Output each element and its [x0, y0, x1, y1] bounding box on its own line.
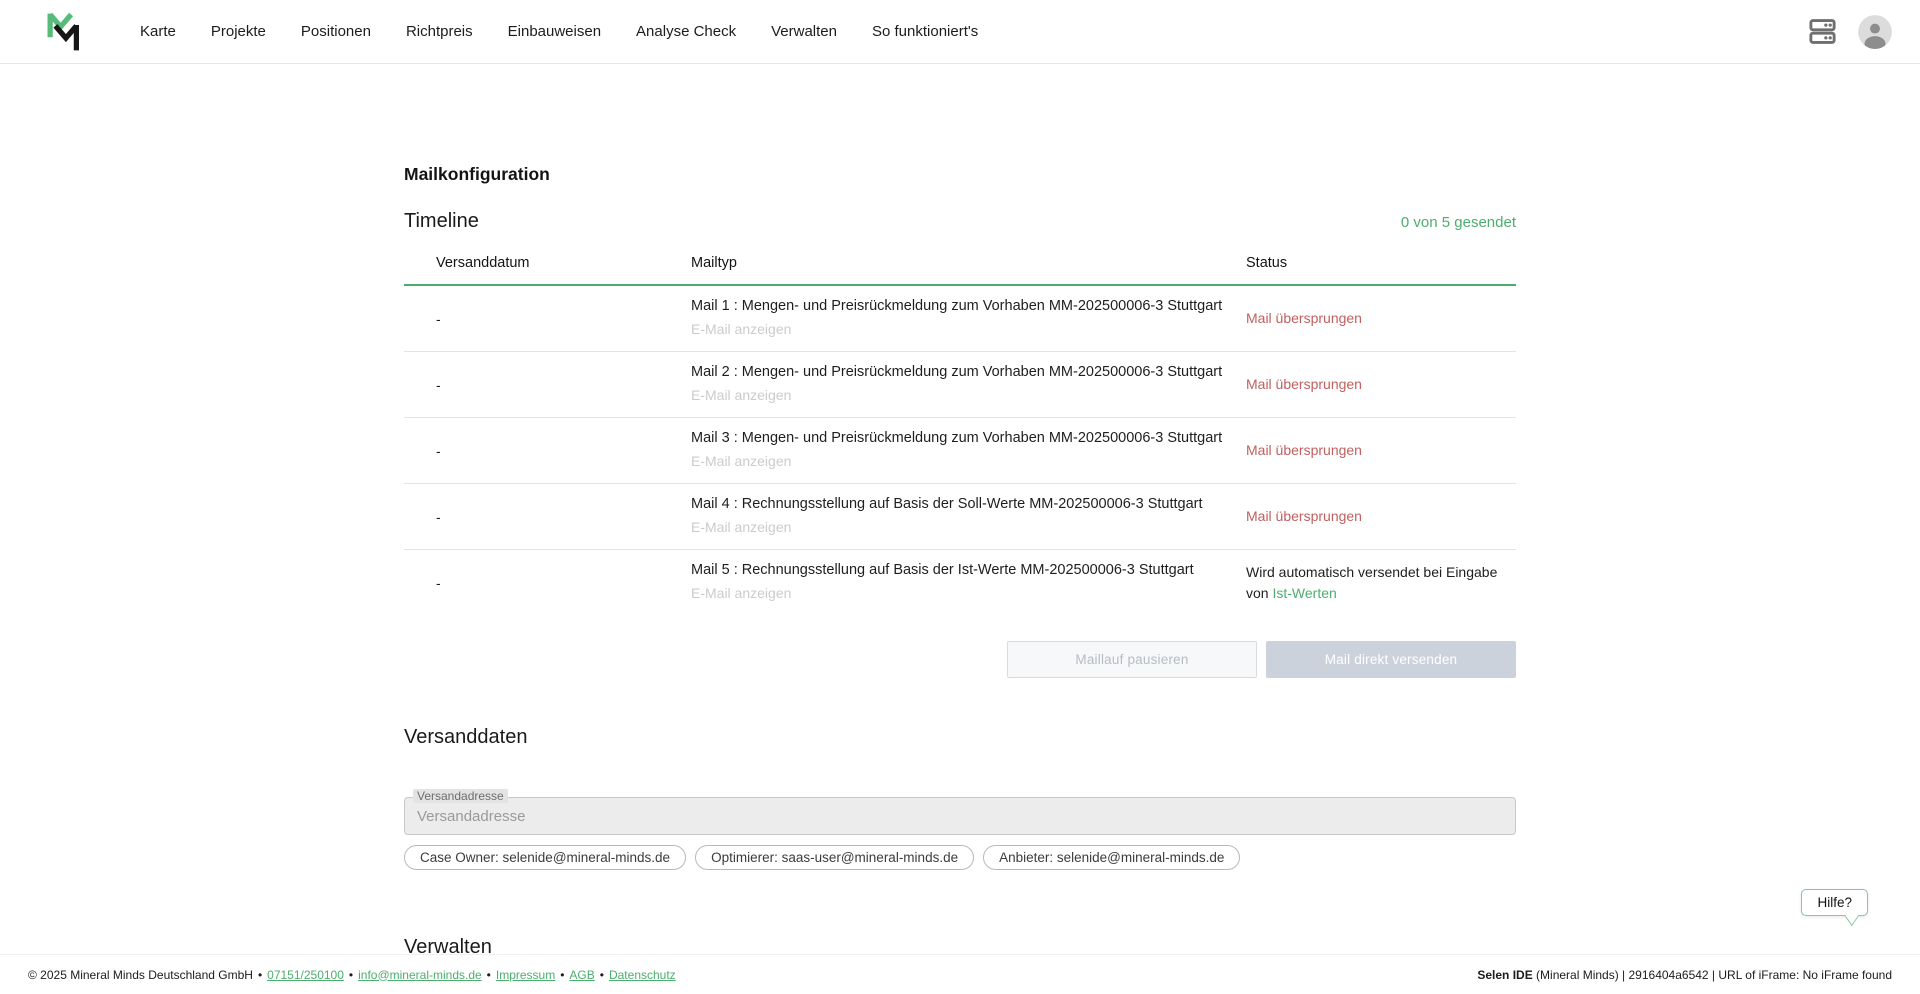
maillauf-pausieren-button[interactable]: Maillauf pausieren — [1007, 641, 1257, 678]
separator: • — [258, 968, 262, 982]
mailtyp-text: Mail 2 : Mengen- und Preisrückmeldung zu… — [691, 364, 1246, 381]
separator: • — [560, 968, 564, 982]
column-header-status: Status — [1246, 235, 1516, 285]
main-menu: Karte Projekte Positionen Richtpreis Ein… — [140, 23, 978, 40]
sent-counter: 0 von 5 gesendet — [1401, 214, 1516, 231]
versanddaten-heading: Versanddaten — [404, 726, 1516, 749]
email-anzeigen-link[interactable]: E-Mail anzeigen — [691, 519, 791, 535]
nav-item-einbauweisen[interactable]: Einbauweisen — [508, 23, 601, 40]
mailtyp-text: Mail 4 : Rechnungsstellung auf Basis der… — [691, 496, 1246, 513]
versanddaten-section: Versanddaten Versandadresse Case Owner: … — [404, 726, 1516, 870]
footer-right: Selen IDE (Mineral Minds) | 2916404a6542… — [1477, 968, 1892, 982]
server-icon[interactable] — [1807, 16, 1838, 47]
footer-link-impressum[interactable]: Impressum — [496, 968, 555, 982]
email-anzeigen-link[interactable]: E-Mail anzeigen — [691, 387, 791, 403]
separator: • — [600, 968, 604, 982]
nav-right-icons — [1807, 15, 1892, 49]
status-text: Mail übersprungen — [1246, 442, 1362, 458]
nav-item-positionen[interactable]: Positionen — [301, 23, 371, 40]
footer-link-phone[interactable]: 07151/250100 — [267, 968, 344, 982]
email-anzeigen-link[interactable]: E-Mail anzeigen — [691, 321, 791, 337]
table-row: - Mail 1 : Mengen- und Preisrückmeldung … — [404, 285, 1516, 352]
footer-left: © 2025 Mineral Minds Deutschland GmbH • … — [28, 968, 676, 982]
chip-case-owner: Case Owner: selenide@mineral-minds.de — [404, 845, 686, 870]
email-anzeigen-link[interactable]: E-Mail anzeigen — [691, 453, 791, 469]
mail-direkt-versenden-button[interactable]: Mail direkt versenden — [1266, 641, 1516, 678]
versanddatum-value: - — [404, 352, 691, 418]
versanddatum-value: - — [404, 418, 691, 484]
versanddatum-value: - — [404, 285, 691, 352]
mineral-minds-logo-icon[interactable] — [44, 8, 88, 56]
footer-link-agb[interactable]: AGB — [569, 968, 594, 982]
ist-werten-link[interactable]: Ist-Werten — [1272, 585, 1336, 601]
email-anzeigen-link[interactable]: E-Mail anzeigen — [691, 585, 791, 601]
help-bubble-button[interactable]: Hilfe? — [1801, 889, 1868, 916]
footer-meta-text: (Mineral Minds) | 2916404a6542 | URL of … — [1533, 968, 1892, 982]
column-header-mailtyp: Mailtyp — [691, 235, 1246, 285]
status-text: Mail übersprungen — [1246, 508, 1362, 524]
chip-optimierer: Optimierer: saas-user@mineral-minds.de — [695, 845, 974, 870]
separator: • — [487, 968, 491, 982]
page-title: Mailkonfiguration — [404, 164, 1516, 185]
mailtyp-text: Mail 1 : Mengen- und Preisrückmeldung zu… — [691, 298, 1246, 315]
table-row: - Mail 3 : Mengen- und Preisrückmeldung … — [404, 418, 1516, 484]
mail-timeline-table: Versanddatum Mailtyp Status - Mail 1 : M… — [404, 235, 1516, 615]
versandadresse-input[interactable] — [404, 797, 1516, 835]
footer-link-datenschutz[interactable]: Datenschutz — [609, 968, 676, 982]
footer-link-email[interactable]: info@mineral-minds.de — [358, 968, 482, 982]
versanddatum-value: - — [404, 484, 691, 550]
user-avatar-icon[interactable] — [1858, 15, 1892, 49]
status-text: Mail übersprungen — [1246, 310, 1362, 326]
selen-ide-label: Selen IDE — [1477, 968, 1532, 982]
mailtyp-text: Mail 5 : Rechnungsstellung auf Basis der… — [691, 562, 1246, 579]
column-header-versanddatum: Versanddatum — [404, 235, 691, 285]
separator: • — [349, 968, 353, 982]
footer: © 2025 Mineral Minds Deutschland GmbH • … — [0, 954, 1920, 994]
nav-item-richtpreis[interactable]: Richtpreis — [406, 23, 473, 40]
table-row: - Mail 2 : Mengen- und Preisrückmeldung … — [404, 352, 1516, 418]
timeline-heading: Timeline — [404, 210, 479, 233]
main-content: Mailkonfiguration Timeline 0 von 5 gesen… — [404, 64, 1516, 994]
nav-item-verwalten[interactable]: Verwalten — [771, 23, 837, 40]
versandadresse-label: Versandadresse — [413, 789, 508, 803]
nav-item-projekte[interactable]: Projekte — [211, 23, 266, 40]
nav-item-karte[interactable]: Karte — [140, 23, 176, 40]
copyright-text: © 2025 Mineral Minds Deutschland GmbH — [28, 968, 253, 982]
top-navigation: Karte Projekte Positionen Richtpreis Ein… — [0, 0, 1920, 64]
table-row: - Mail 4 : Rechnungsstellung auf Basis d… — [404, 484, 1516, 550]
recipient-chips: Case Owner: selenide@mineral-minds.de Op… — [404, 845, 1516, 870]
nav-item-so-funktionierts[interactable]: So funktioniert's — [872, 23, 978, 40]
versanddatum-value: - — [404, 550, 691, 616]
mailtyp-text: Mail 3 : Mengen- und Preisrückmeldung zu… — [691, 430, 1246, 447]
nav-item-analyse-check[interactable]: Analyse Check — [636, 23, 736, 40]
table-row: - Mail 5 : Rechnungsstellung auf Basis d… — [404, 550, 1516, 616]
status-text: Mail übersprungen — [1246, 376, 1362, 392]
chip-anbieter: Anbieter: selenide@mineral-minds.de — [983, 845, 1240, 870]
